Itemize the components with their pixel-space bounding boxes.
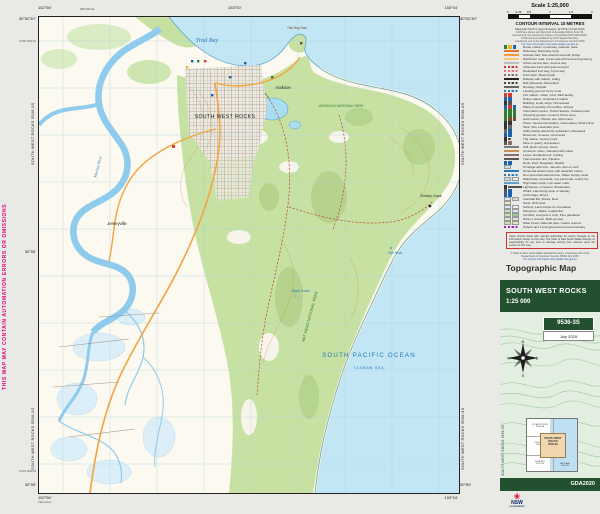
- vegetation-patch: [127, 60, 171, 84]
- label-smoky-cape: Smoky Cape: [420, 194, 442, 198]
- index-neighbor: STUARTS POINT 9536-4N: [528, 424, 552, 429]
- left-mid-lat: 30°55': [6, 250, 36, 254]
- edge-sheet-label: SOUTH WEST ROCKS 9536-3S: [31, 355, 35, 470]
- legend-items: Route marker: motorway, national, stateM…: [504, 45, 600, 229]
- corner-lon-tl: 152°56': [38, 6, 52, 10]
- tick: 0.25: [516, 10, 522, 14]
- label-fish-rock: Fish Rock: [388, 251, 403, 255]
- lighthouse-symbol: [429, 205, 432, 208]
- label-arakoon: Arakoon: [275, 85, 291, 90]
- marginalia-panel: Scale 1:25,000 0 0.25 0.5 1 1.5 2 CONTOU…: [500, 0, 600, 514]
- compass-rose-icon: N E S W: [506, 338, 540, 378]
- corner-lat-bl: 30°59': [6, 483, 36, 487]
- edge-sheet-label: SOUTH WEST ROCKS 9536-3S: [31, 50, 35, 165]
- map-canvas[interactable]: Trial Bay SOUTH WEST ROCKS Arakoon Trial…: [38, 16, 460, 494]
- tick: 1: [549, 10, 551, 14]
- label-arakoon-np: ARAKOON NATIONAL PARK: [318, 104, 364, 108]
- label-tasman-sea: TASMAN SEA: [354, 366, 385, 370]
- top-mid-lon: 153°00': [228, 6, 242, 10]
- automation-warning-text: THIS MAP MAY CONTAIN AUTOMATION ERRORS O…: [2, 130, 8, 390]
- index-neighbor: KEMPSEY 9535-1N: [528, 461, 552, 466]
- scale-bar-segments: [508, 14, 592, 19]
- datum-label: GDA2020: [571, 481, 595, 487]
- topographic-map-art: Trial Bay SOUTH WEST ROCKS Arakoon Trial…: [39, 17, 459, 493]
- tick: 0: [507, 10, 509, 14]
- fish-rock-islet: [390, 247, 392, 249]
- vegetation-patch: [67, 24, 131, 50]
- contour-interval-note: CONTOUR INTERVAL 10 METRES: [500, 21, 600, 26]
- sheet-number-box: 9536-3S: [543, 317, 594, 331]
- cover-texture: 9536-3S July 2025 N E S W SOUTH WEST ROC…: [500, 312, 600, 478]
- cover-sheet-label: SOUTH WEST ROCKS 9536-3S: [501, 412, 505, 476]
- label-gaol: Trial Bay Gaol: [287, 26, 307, 30]
- grid-northing-top: 6 583 000mN: [6, 40, 36, 43]
- sheet-scale: 1:25 000: [506, 295, 600, 305]
- nsw-government-logo: ❀ NSW GOVERNMENT: [506, 493, 528, 508]
- sheet-title: SOUTH WEST ROCKS: [506, 280, 600, 295]
- grid-easting-note: 485 000mE: [80, 8, 94, 11]
- edge-sheet-label: SOUTH WEST ROCKS 9536-3S: [461, 355, 465, 470]
- compass-n: N: [522, 339, 525, 344]
- label-ocean: SOUTH PACIFIC OCEAN: [322, 352, 416, 359]
- kilometres-note: Kilometres: [38, 501, 51, 504]
- label-black-rocks: Black Rocks: [292, 289, 310, 293]
- corner-lat-tl: 30°52'30": [6, 17, 36, 21]
- compass-s: S: [522, 373, 525, 378]
- product-type-heading: Topographic Map: [506, 263, 576, 273]
- corner-lat-tr: 30°52'30": [460, 17, 477, 21]
- scale-heading: Scale 1:25,000: [500, 3, 600, 9]
- corner-lat-br: 30°59': [460, 483, 471, 487]
- legend-item: Suburb and Local government area boundar…: [504, 225, 600, 229]
- edition-date-box: July 2025: [543, 331, 594, 341]
- magnetic-north-note: Magnetic North is approximately 12.00°E …: [500, 27, 600, 31]
- tick: 1.5: [569, 10, 573, 14]
- grid-northing-bottom: 6 519 000mN: [6, 470, 36, 473]
- disclaimer-box: Users should check with relevant authori…: [506, 232, 598, 249]
- datum-bar: GDA2020: [500, 478, 600, 491]
- town-street-grid-south: [209, 155, 255, 201]
- red-marker: [172, 145, 175, 148]
- lagoon-small: [289, 121, 301, 129]
- label-jerseyville: Jerseyville: [107, 221, 127, 226]
- corner-lon-tr: 153°04': [414, 6, 458, 10]
- tick: 2: [591, 10, 593, 14]
- title-block: SOUTH WEST ROCKS 1:25 000: [500, 280, 600, 312]
- index-current-sheet: SOUTH WEST ROCKS 9536-3S: [540, 433, 566, 458]
- scale-bar: 0 0.25 0.5 1 1.5 2: [508, 10, 592, 19]
- nsw-logo-subtext: GOVERNMENT: [506, 506, 528, 508]
- production-fine-print: Grid lines shown are Map Grid of Austral…: [502, 31, 598, 46]
- tick: 0.5: [527, 10, 531, 14]
- label-trial-bay: Trial Bay: [196, 38, 219, 44]
- map-sheet-page: THIS MAP MAY CONTAIN AUTOMATION ERRORS O…: [0, 0, 600, 514]
- scale-bar-ticks: 0 0.25 0.5 1 1.5 2: [508, 10, 592, 14]
- vegetation-patch: [41, 49, 77, 69]
- edge-sheet-label: SOUTH WEST ROCKS 9536-3S: [461, 50, 465, 165]
- label-town: SOUTH WEST ROCKS: [195, 114, 256, 120]
- index-neighbor: HAT HEAD 9536-2N: [553, 463, 577, 468]
- corner-lon-br: 153°04': [414, 496, 458, 500]
- copyright-block: © State of New South Wales (Spatial Serv…: [502, 252, 598, 262]
- copyright-link[interactable]: For current information visit spatial.ns…: [502, 258, 598, 261]
- adjoining-sheets-index: STUARTS POINT 9536-4N KINCHELA 9536-4S K…: [526, 418, 578, 472]
